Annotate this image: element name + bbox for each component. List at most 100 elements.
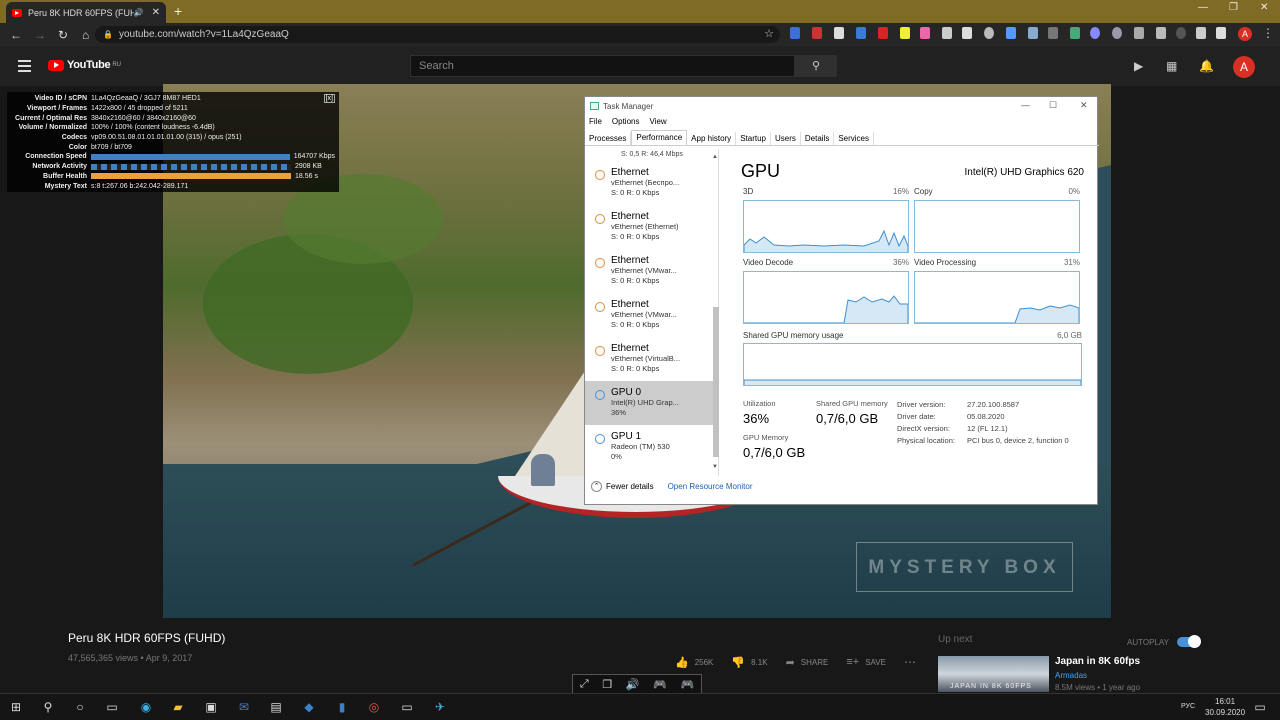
- chevron-up-icon[interactable]: ⌃: [591, 481, 602, 492]
- extension-icon[interactable]: [856, 27, 866, 39]
- telegram-icon[interactable]: ✈: [432, 699, 448, 715]
- apps-grid-icon[interactable]: ▦: [1166, 59, 1177, 73]
- extension-icon[interactable]: [900, 27, 910, 39]
- menu-file[interactable]: File: [589, 117, 602, 126]
- task-view-icon[interactable]: ▭: [104, 699, 120, 715]
- autoplay-toggle[interactable]: [1176, 635, 1201, 648]
- profile-avatar[interactable]: A: [1233, 56, 1255, 78]
- extension-icon[interactable]: [1048, 27, 1058, 39]
- system-clock[interactable]: 16:01 30.09.2020: [1205, 696, 1245, 718]
- speaker-icon[interactable]: 🔊: [134, 8, 144, 17]
- app-icon[interactable]: ▭: [399, 699, 415, 715]
- reload-icon[interactable]: ↻: [58, 28, 72, 42]
- task-manager-titlebar[interactable]: Task Manager — ☐ ✕: [585, 97, 1099, 115]
- menu-options[interactable]: Options: [612, 117, 640, 126]
- gamepad-add-icon[interactable]: 🎮: [680, 678, 694, 691]
- puzzle-icon[interactable]: [1196, 27, 1206, 39]
- fewer-details-link[interactable]: Fewer details: [606, 482, 654, 491]
- store-icon[interactable]: ▣: [203, 699, 219, 715]
- address-bar[interactable]: 🔒 youtube.com/watch?v=1La4QzGeaaQ ☆: [95, 26, 780, 43]
- minimize-icon[interactable]: —: [1198, 2, 1208, 13]
- maximize-icon[interactable]: ☐: [1049, 100, 1057, 111]
- extension-icon[interactable]: [878, 27, 888, 39]
- tab-performance[interactable]: Performance: [631, 130, 688, 145]
- device-item-ethernet[interactable]: Ethernet vEthernet (Беспро... S: 0 R: 0 Kb…: [585, 161, 718, 205]
- windows-start-icon[interactable]: ⊞: [8, 699, 24, 715]
- file-explorer-icon[interactable]: ▰: [170, 699, 186, 715]
- search-button[interactable]: ⚲: [795, 55, 837, 77]
- extension-icon[interactable]: [942, 27, 952, 39]
- dislike-count[interactable]: 8.1K: [751, 658, 767, 667]
- chrome-icon[interactable]: ◎: [366, 699, 382, 715]
- extension-icon[interactable]: [1006, 27, 1016, 39]
- device-list-scrollbar[interactable]: ▲ ▼: [711, 152, 719, 472]
- graph-name[interactable]: Video Processing: [914, 258, 976, 267]
- extension-icon[interactable]: [1156, 27, 1166, 39]
- save-button[interactable]: SAVE: [865, 658, 886, 667]
- tab-app-history[interactable]: App history: [687, 132, 737, 145]
- device-item-ethernet[interactable]: Ethernet vEthernet (VMwar... S: 0 R: 0 Kbp…: [585, 293, 718, 337]
- notification-center-icon[interactable]: ▭: [1252, 699, 1268, 715]
- create-video-icon[interactable]: ▶: [1134, 59, 1143, 73]
- gear-icon[interactable]: [984, 27, 994, 39]
- like-count[interactable]: 256K: [695, 658, 714, 667]
- scroll-down-icon[interactable]: ▼: [712, 464, 718, 470]
- like-icon[interactable]: 👍: [675, 656, 689, 669]
- new-tab-button[interactable]: +: [174, 3, 182, 19]
- keyboard-language[interactable]: РУС: [1181, 703, 1195, 710]
- scroll-up-icon[interactable]: ▲: [712, 154, 718, 160]
- tab-users[interactable]: Users: [771, 132, 801, 145]
- extension-icon[interactable]: [962, 27, 972, 39]
- open-resource-monitor-link[interactable]: Open Resource Monitor: [668, 482, 753, 491]
- copy-icon[interactable]: ❐: [602, 678, 612, 691]
- close-icon[interactable]: ✕: [1080, 100, 1088, 111]
- extension-icon[interactable]: [920, 27, 930, 39]
- star-icon[interactable]: ☆: [764, 27, 774, 40]
- share-icon[interactable]: ➦: [786, 656, 795, 669]
- menu-view[interactable]: View: [649, 117, 666, 126]
- gamepad-icon[interactable]: 🎮: [653, 678, 667, 691]
- expand-icon[interactable]: ⤢: [580, 678, 589, 691]
- home-icon[interactable]: ⌂: [82, 28, 96, 42]
- extension-icon[interactable]: [790, 27, 800, 39]
- close-window-icon[interactable]: ✕: [1260, 2, 1268, 13]
- extension-icon[interactable]: [1070, 27, 1080, 39]
- close-tab-icon[interactable]: ✕: [152, 7, 160, 18]
- hamburger-menu-icon[interactable]: [18, 60, 31, 75]
- youtube-logo[interactable]: YouTube RU: [48, 59, 121, 71]
- tab-processes[interactable]: Processes: [585, 132, 632, 145]
- scrollbar-thumb[interactable]: [713, 307, 719, 457]
- forward-icon[interactable]: →: [34, 28, 48, 42]
- terminal-icon[interactable]: ▤: [268, 699, 284, 715]
- cortana-icon[interactable]: ○: [72, 699, 88, 715]
- graph-name[interactable]: 3D: [743, 187, 753, 196]
- next-video-title[interactable]: Japan in 8K 60fps: [1055, 656, 1140, 667]
- next-video-channel[interactable]: Armadas: [1055, 671, 1087, 680]
- extension-icon[interactable]: [1090, 27, 1100, 39]
- restore-icon[interactable]: ❐: [1229, 2, 1238, 13]
- tab-services[interactable]: Services: [834, 132, 875, 145]
- profile-avatar-small[interactable]: A: [1238, 27, 1252, 41]
- vscode-icon[interactable]: ◆: [301, 699, 317, 715]
- stats-close-button[interactable]: [x]: [323, 94, 335, 103]
- phone-icon[interactable]: ▮: [334, 699, 350, 715]
- edge-icon[interactable]: ◉: [138, 699, 154, 715]
- extension-icon[interactable]: [812, 27, 822, 39]
- extension-icon[interactable]: [1112, 27, 1122, 39]
- extension-icon[interactable]: [1176, 27, 1186, 39]
- tab-startup[interactable]: Startup: [736, 132, 771, 145]
- task-manager-window[interactable]: Task Manager — ☐ ✕ File Options View Pro…: [584, 96, 1099, 505]
- playlist-icon[interactable]: [1216, 27, 1226, 39]
- share-button[interactable]: SHARE: [801, 658, 829, 667]
- more-options-icon[interactable]: ⋯: [904, 655, 916, 669]
- notifications-bell-icon[interactable]: 🔔: [1199, 59, 1214, 73]
- device-item-ethernet[interactable]: Ethernet vEthernet (Ethernet) S: 0 R: 0 Kb…: [585, 205, 718, 249]
- tab-details[interactable]: Details: [801, 132, 835, 145]
- device-item-gpu-1[interactable]: GPU 1 Radeon (TM) 530 0%: [585, 425, 718, 469]
- next-video-thumbnail[interactable]: JAPAN IN 8K 60FPS: [938, 656, 1049, 692]
- volume-icon[interactable]: 🔊: [626, 678, 640, 691]
- minimize-icon[interactable]: —: [1021, 100, 1030, 110]
- search-input[interactable]: Search: [410, 55, 795, 77]
- device-item-ethernet[interactable]: Ethernet vEthernet (VMwar... S: 0 R: 0 Kbp…: [585, 249, 718, 293]
- graph-name[interactable]: Copy: [914, 187, 933, 196]
